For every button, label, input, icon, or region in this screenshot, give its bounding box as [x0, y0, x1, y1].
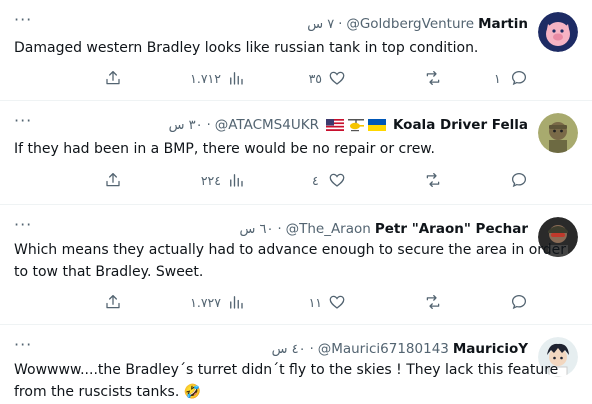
analytics-icon: [230, 296, 243, 309]
reply-button[interactable]: [494, 293, 528, 311]
like-button[interactable]: ٤: [312, 171, 346, 189]
share-button[interactable]: [104, 69, 122, 87]
like-button[interactable]: ٣٥: [309, 69, 346, 87]
views-button[interactable]: ١.٧٢٧: [190, 293, 245, 311]
heart-icon: [329, 295, 345, 309]
share-icon: [106, 294, 120, 309]
retweet-button[interactable]: [408, 69, 442, 87]
more-options-icon[interactable]: ···: [14, 10, 32, 29]
share-icon: [106, 172, 120, 187]
separator-dot: ·: [309, 341, 314, 357]
user-handle[interactable]: @Maurici67180143: [318, 341, 449, 357]
like-button[interactable]: ١١: [309, 293, 346, 311]
share-button[interactable]: [104, 171, 122, 189]
views-button[interactable]: ١.٧١٢: [190, 69, 245, 87]
views-button[interactable]: ٢٢٤: [201, 171, 245, 189]
like-count: ٣٥: [308, 70, 322, 86]
ukraine-flag-icon: [367, 119, 386, 131]
action-bar: ٤ ٢٢٤: [0, 171, 592, 195]
tweet-text: Damaged western Bradley looks like russi…: [14, 40, 479, 56]
timestamp[interactable]: ٣٠ س: [169, 118, 203, 133]
tweet[interactable]: Koala Driver Fella @ATACMS4UKR · ٣٠ س ··…: [0, 101, 592, 205]
tweet-text: Wowwww....the Bradley´s turret didn´t fl…: [14, 362, 559, 400]
tweet[interactable]: Petr "Araon" Pechar @The_Araon · ٦٠ س ··…: [0, 205, 592, 325]
retweet-button[interactable]: [408, 171, 442, 189]
heart-icon: [329, 173, 345, 187]
display-name[interactable]: Koala Driver Fella: [393, 117, 528, 133]
tweet-header: Koala Driver Fella @ATACMS4UKR · ٣٠ س: [169, 115, 528, 135]
display-name[interactable]: Martin: [478, 16, 528, 32]
more-options-icon[interactable]: ···: [14, 215, 32, 234]
display-name[interactable]: MauricioY: [453, 341, 528, 357]
tweet-header: Petr "Araon" Pechar @The_Araon · ٦٠ س: [239, 219, 528, 239]
reply-button[interactable]: ١: [494, 69, 528, 87]
tweet-text: Which means they actually had to advance…: [14, 242, 567, 280]
timestamp[interactable]: ٦٠ س: [239, 222, 273, 237]
more-options-icon[interactable]: ···: [14, 111, 32, 130]
action-bar: ١ ٣٥ ١.٧١٢: [0, 69, 592, 93]
retweet-icon: [426, 172, 440, 188]
reply-icon: [511, 70, 527, 86]
analytics-icon: [230, 72, 243, 85]
separator-dot: ·: [277, 221, 282, 237]
share-button[interactable]: [104, 293, 122, 311]
user-handle[interactable]: @The_Araon: [286, 221, 371, 237]
retweet-icon: [426, 70, 440, 86]
tweet-text: If they had been in a BMP, there would b…: [14, 141, 435, 157]
heart-icon: [329, 71, 345, 85]
action-bar: ١١ ١.٧٢٧: [0, 293, 592, 317]
more-options-icon[interactable]: ···: [14, 335, 32, 354]
retweet-icon: [426, 294, 440, 310]
share-icon: [106, 70, 120, 85]
us-flag-icon: [325, 119, 344, 131]
retweet-button[interactable]: [408, 293, 442, 311]
display-name[interactable]: Petr "Araon" Pechar: [375, 221, 528, 237]
view-count: ١.٧١٢: [190, 70, 221, 86]
tweet[interactable]: Martin @GoldbergVenture · ٧ س ··· Damage…: [0, 0, 592, 101]
tweet-header: Martin @GoldbergVenture · ٧ س: [307, 14, 528, 34]
like-count: ٤: [312, 172, 319, 188]
reply-button[interactable]: [494, 171, 528, 189]
name-emoji-group: [325, 118, 386, 132]
tweet-header: MauricioY @Maurici67180143 · ٤٠ س: [272, 339, 528, 359]
timestamp[interactable]: ٧ س: [307, 17, 334, 32]
separator-dot: ·: [206, 117, 211, 133]
helicopter-icon: [347, 119, 364, 132]
view-count: ٢٢٤: [200, 172, 221, 188]
reply-icon: [511, 172, 527, 188]
view-count: ١.٧٢٧: [190, 294, 221, 310]
separator-dot: ·: [338, 16, 343, 32]
reply-count: ١: [494, 70, 501, 86]
reply-icon: [511, 294, 527, 310]
analytics-icon: [230, 174, 243, 187]
user-handle[interactable]: @GoldbergVenture: [346, 16, 474, 32]
tweet[interactable]: MauricioY @Maurici67180143 · ٤٠ س ··· Wo…: [0, 325, 592, 404]
timestamp[interactable]: ٤٠ س: [272, 342, 306, 357]
user-handle[interactable]: @ATACMS4UKR: [215, 117, 319, 133]
like-count: ١١: [308, 294, 322, 310]
